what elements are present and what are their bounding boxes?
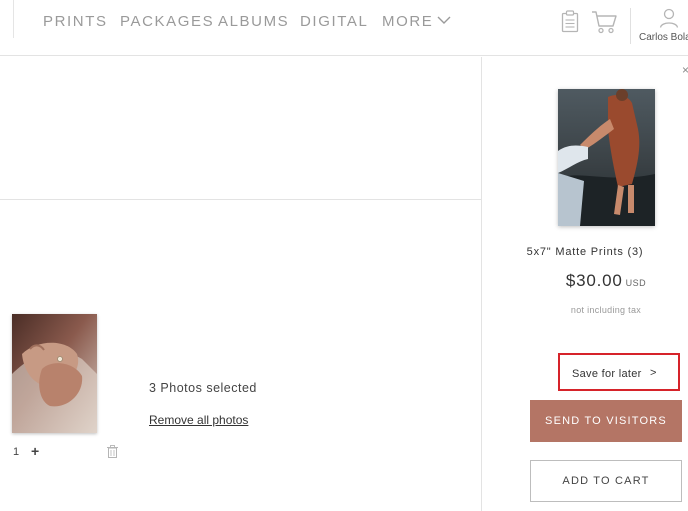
nav-divider xyxy=(630,8,631,44)
cart-icon[interactable] xyxy=(591,10,617,34)
add-to-cart-button[interactable]: ADD TO CART xyxy=(530,460,682,502)
section-divider xyxy=(0,199,481,200)
nav-item-albums[interactable]: ALBUMS xyxy=(218,13,289,30)
remove-all-photos-link[interactable]: Remove all photos xyxy=(149,413,248,427)
nav-item-packages[interactable]: PACKAGES xyxy=(120,13,214,30)
product-preview-image xyxy=(558,89,655,226)
chevron-right-icon: > xyxy=(650,367,657,379)
product-price: $30.00 xyxy=(565,271,623,290)
photos-selected-count: 3 Photos selected xyxy=(149,381,257,395)
save-for-later-label: Save for later xyxy=(572,368,642,380)
photo-quantity: 1 xyxy=(13,446,20,458)
photo-couple-image xyxy=(558,89,655,226)
product-title: 5x7" Matte Prints (3) xyxy=(526,246,644,258)
account-name: Carlos Bola xyxy=(639,32,688,43)
send-to-visitors-button[interactable]: SEND TO VISITORS xyxy=(530,400,682,442)
trash-icon[interactable] xyxy=(107,445,118,458)
tax-note: not including tax xyxy=(570,305,642,315)
clipboard-icon[interactable] xyxy=(561,10,579,33)
nav-item-digital[interactable]: DIGITAL xyxy=(300,13,368,30)
nav-item-prints[interactable]: PRINTS xyxy=(43,13,108,30)
nav-left-divider xyxy=(13,0,14,38)
photo-hands-ring-image xyxy=(12,314,97,433)
price-currency: USD xyxy=(625,278,647,288)
close-icon[interactable]: × xyxy=(682,63,688,77)
nav-item-more[interactable]: MORE xyxy=(382,13,451,30)
user-icon xyxy=(659,8,679,28)
top-navigation: PRINTS PACKAGES ALBUMS DIGITAL MORE Carl… xyxy=(0,0,688,56)
account-menu[interactable]: Carlos Bola xyxy=(638,8,688,46)
price-row: $30.00 USD xyxy=(482,271,688,291)
chevron-down-icon xyxy=(437,16,451,24)
increase-quantity-button[interactable]: + xyxy=(31,443,39,459)
nav-item-more-label: MORE xyxy=(382,13,434,30)
photo-thumbnail[interactable] xyxy=(12,314,97,433)
save-for-later-button[interactable]: Save for later > xyxy=(558,353,680,391)
